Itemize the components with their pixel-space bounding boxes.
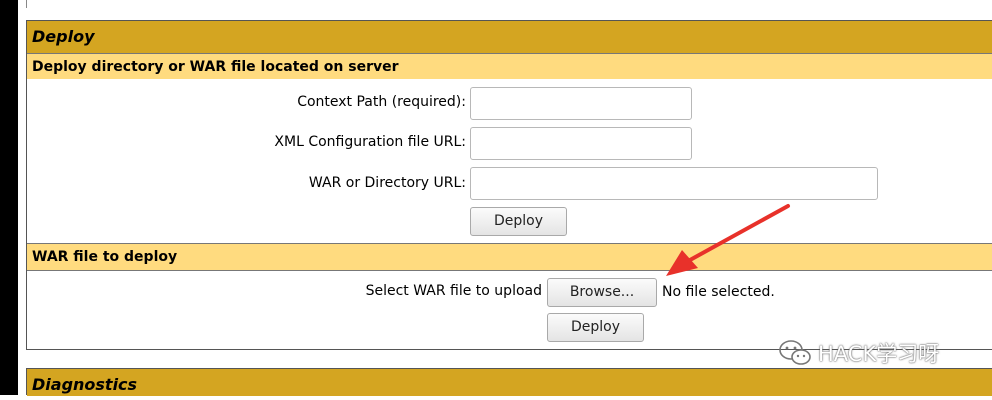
context-path-input[interactable] xyxy=(470,87,692,120)
diagnostics-section-title: Diagnostics xyxy=(27,369,992,396)
war-upload-subtitle: WAR file to deploy xyxy=(27,244,992,270)
watermark-text: HACK学习呀 xyxy=(818,342,940,366)
context-path-label: Context Path (required): xyxy=(297,94,466,110)
war-dir-label: WAR or Directory URL: xyxy=(308,175,466,191)
top-divider xyxy=(26,0,27,8)
window-edge xyxy=(0,0,18,395)
browse-button[interactable]: Browse... xyxy=(547,278,657,307)
divider xyxy=(27,270,992,271)
file-status-text: No file selected. xyxy=(662,284,775,300)
deploy-section-title: Deploy xyxy=(27,21,992,53)
war-dir-input[interactable] xyxy=(470,167,878,200)
select-war-label: Select WAR file to upload xyxy=(365,283,542,299)
diagnostics-panel: Diagnostics xyxy=(26,368,992,396)
annotation-arrow xyxy=(666,204,790,276)
xml-config-label: XML Configuration file URL: xyxy=(274,134,466,150)
server-deploy-button[interactable]: Deploy xyxy=(470,207,567,236)
server-deploy-subtitle: Deploy directory or WAR file located on … xyxy=(27,53,992,79)
xml-config-input[interactable] xyxy=(470,127,692,160)
upload-deploy-button[interactable]: Deploy xyxy=(547,313,644,342)
watermark: HACK学习呀 xyxy=(778,336,939,370)
deploy-panel: Deploy Deploy directory or WAR file loca… xyxy=(26,20,992,350)
wechat-icon xyxy=(779,340,811,365)
